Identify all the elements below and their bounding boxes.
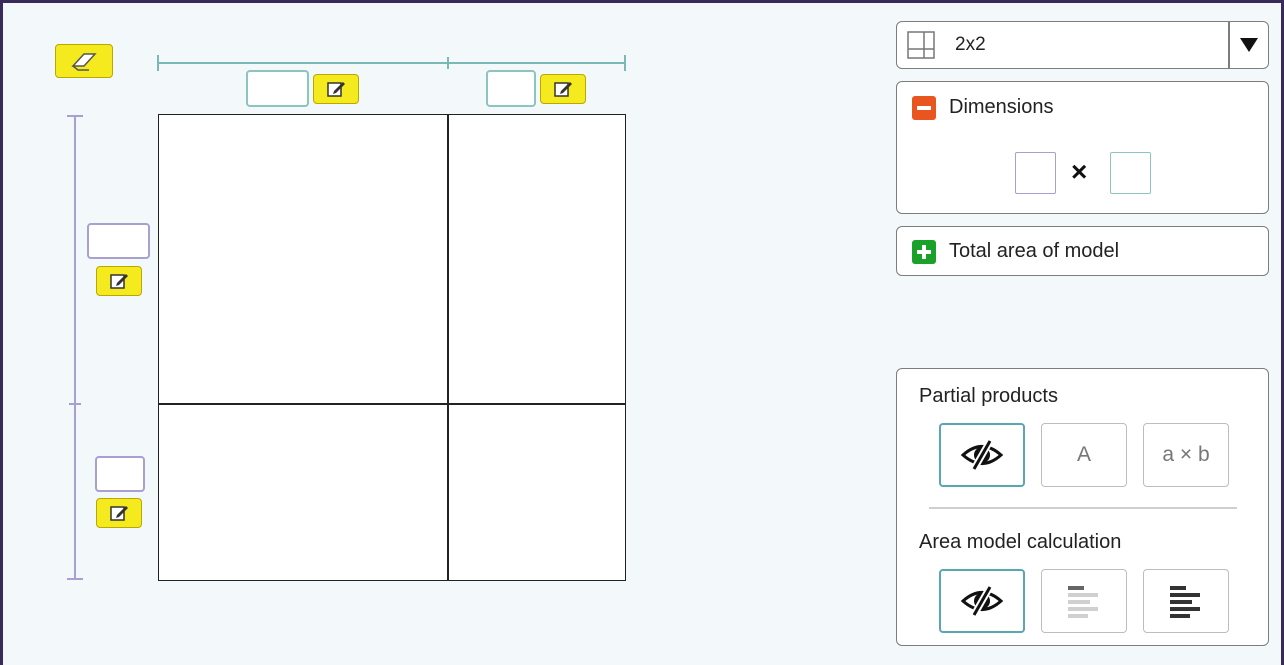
left-dimension-ruler (67, 115, 83, 580)
display-options-panel: Partial products A a × b Area model calc… (896, 368, 1269, 646)
area-calc-full-button[interactable] (1143, 569, 1229, 633)
partial-products-label: Partial products (919, 385, 1058, 407)
edit-icon (554, 82, 572, 97)
option-a-label: A (1076, 443, 1091, 466)
row-1-edit-button[interactable] (96, 266, 142, 296)
grid-vertical-divider (447, 115, 449, 580)
cell-r1-c1[interactable] (159, 115, 448, 404)
area-calc-hide-button[interactable] (939, 569, 1025, 633)
eye-slash-icon (960, 440, 1004, 470)
edit-icon (110, 506, 128, 521)
option-ab-label: a × b (1162, 443, 1210, 466)
total-area-label: Total area of model (949, 240, 1120, 262)
column-1-length-input[interactable] (246, 70, 309, 107)
dimension-a-box[interactable] (1015, 152, 1056, 194)
times-symbol: × (1071, 156, 1088, 187)
eraser-icon (71, 53, 97, 71)
cell-r1-c2[interactable] (449, 115, 624, 404)
partial-products-factors-button[interactable]: a × b (1143, 423, 1229, 487)
column-2-length-input[interactable] (486, 70, 536, 107)
row-2-length-input[interactable] (95, 456, 145, 492)
edit-icon (327, 82, 345, 97)
edit-icon (110, 274, 128, 289)
plus-icon (917, 245, 931, 259)
partial-products-hide-button[interactable] (939, 423, 1025, 487)
align-left-icon (1170, 586, 1200, 618)
dimensions-label: Dimensions (949, 96, 1054, 118)
row-1-length-input[interactable] (87, 223, 150, 259)
grid-size-value: 2x2 (955, 34, 986, 55)
chevron-down-icon (1240, 38, 1258, 52)
area-model-grid (158, 114, 626, 581)
grid-size-select[interactable]: 2x2 (896, 21, 1269, 69)
cell-r2-c1[interactable] (159, 405, 448, 579)
area-calc-label: Area model calculation (919, 531, 1122, 553)
column-1-edit-button[interactable] (313, 74, 359, 104)
collapse-button[interactable] (912, 96, 936, 120)
grid-icon (907, 31, 935, 59)
partial-products-area-button[interactable]: A (1041, 423, 1127, 487)
eraser-button[interactable] (55, 44, 113, 78)
column-2-edit-button[interactable] (540, 74, 586, 104)
minus-icon (917, 106, 931, 110)
expand-button[interactable] (912, 240, 936, 264)
area-calc-partial-button[interactable] (1041, 569, 1127, 633)
align-left-faded-icon (1068, 586, 1098, 618)
dropdown-divider (1228, 22, 1230, 68)
grid-horizontal-divider (159, 403, 625, 405)
cell-r2-c2[interactable] (449, 405, 624, 579)
row-2-edit-button[interactable] (96, 498, 142, 528)
options-divider (929, 507, 1237, 509)
eye-slash-icon (960, 586, 1004, 616)
dimension-b-box[interactable] (1110, 152, 1151, 194)
area-model-workspace: 2x2 Dimensions × Total area of model Par… (0, 0, 1284, 665)
total-area-panel[interactable]: Total area of model (896, 226, 1269, 276)
dimensions-panel: Dimensions × (896, 81, 1269, 214)
